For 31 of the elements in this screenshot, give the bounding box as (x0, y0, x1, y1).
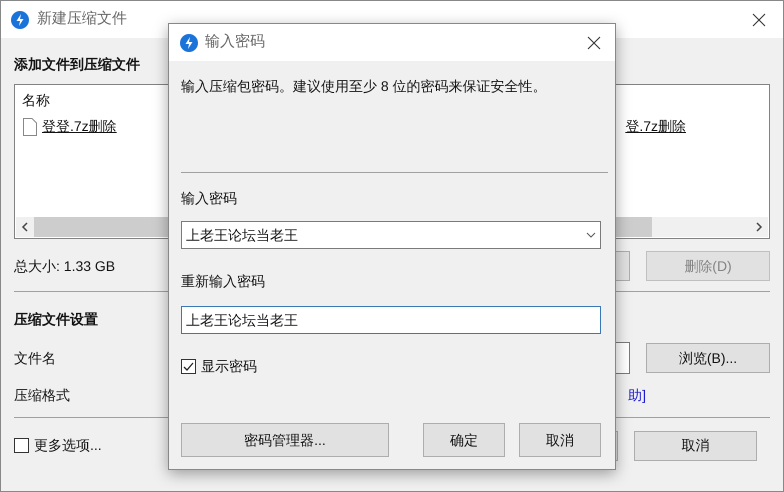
password-combobox[interactable]: 上老王论坛当老王 (181, 221, 601, 249)
app-logo-icon (11, 10, 29, 28)
more-options-label[interactable]: 更多选项... (34, 435, 102, 456)
format-label: 压缩格式 (14, 386, 70, 404)
window-title: 新建压缩文件 (37, 9, 127, 30)
password-label: 输入密码 (181, 189, 237, 208)
total-size-label: 总大小: 1.33 GB (14, 256, 116, 276)
checkbox[interactable] (14, 438, 29, 453)
show-password-label[interactable]: 显示密码 (201, 356, 257, 377)
section-heading: 添加文件到压缩文件 (14, 55, 140, 74)
help-link[interactable]: 助] (628, 384, 646, 406)
reenter-password-field[interactable]: 上老王论坛当老王 (181, 306, 601, 334)
section-heading: 压缩文件设置 (14, 310, 98, 329)
app-logo-icon (180, 34, 198, 52)
checkbox[interactable] (181, 359, 196, 374)
dialog-button[interactable]: 密码管理器... (181, 423, 389, 457)
close-icon[interactable] (752, 12, 766, 26)
reenter-label: 重新输入密码 (181, 272, 265, 291)
browse-button[interactable]: 浏览(B)... (646, 343, 770, 373)
file-icon (23, 118, 37, 136)
file-name-label: 文件名 (14, 348, 56, 368)
close-icon[interactable] (587, 36, 601, 50)
chevron-down-icon (586, 232, 596, 238)
dialog-description: 输入压缩包密码。建议使用至少 8 位的密码来保证安全性。 (181, 77, 547, 96)
file-name[interactable]: 登.7z删除 (625, 116, 686, 137)
cancel-button[interactable]: 取消 (634, 430, 757, 460)
column-header: 名称 (22, 91, 50, 110)
dialog-button[interactable]: 取消 (519, 423, 601, 457)
dialog-button[interactable]: 确定 (423, 423, 505, 457)
dialog-title: 输入密码 (205, 32, 265, 52)
file-name[interactable]: 登登.7z删除 (42, 116, 117, 137)
